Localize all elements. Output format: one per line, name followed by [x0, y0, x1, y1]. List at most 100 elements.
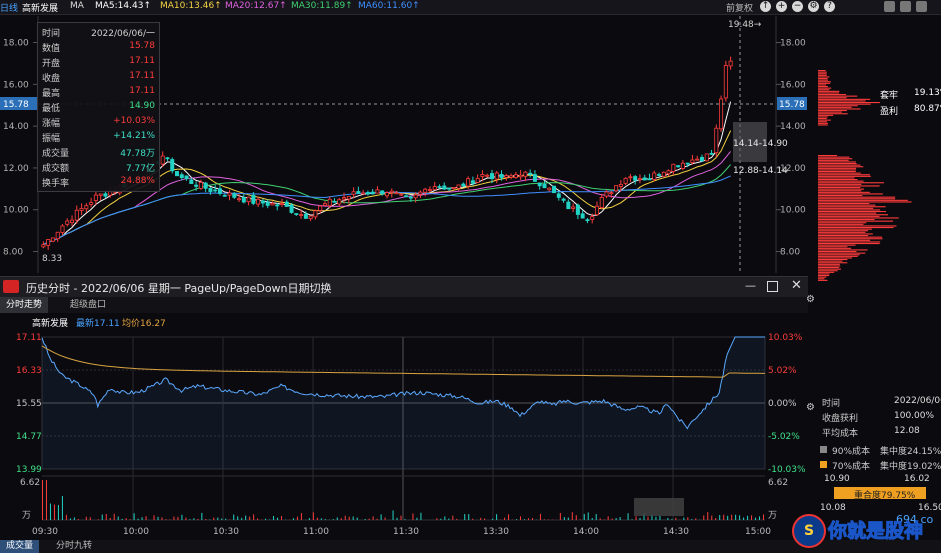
candle-body [46, 239, 51, 246]
profit-label: 盈利 [880, 107, 899, 117]
period-label[interactable]: 日线 [0, 1, 18, 14]
volume-bar [277, 517, 279, 520]
candle-body [628, 176, 633, 179]
volume-bar [755, 517, 757, 520]
volume-bar [683, 517, 685, 520]
candle-body [356, 191, 361, 194]
candle-body [709, 152, 714, 155]
adjust-dropdown[interactable]: 前复权 [726, 1, 753, 14]
ma30-value: MA30:11.89↑ [291, 1, 353, 11]
chip-bar [818, 203, 870, 205]
volume-bar [591, 517, 593, 520]
volume-bar [571, 512, 573, 520]
tab-super-orderbook[interactable]: 超级盘口 [64, 297, 112, 313]
candle-body [294, 213, 299, 215]
volume-bar [731, 514, 733, 520]
chip-bar [818, 111, 842, 113]
info-row: 数值 15.78 [42, 41, 155, 55]
kline-y-tick: 16.00 [3, 80, 29, 90]
candle-body [251, 194, 256, 204]
volume-bar [269, 519, 271, 520]
chip-settings-icon-2[interactable]: ⚙ [806, 402, 815, 413]
volume-bar [719, 515, 721, 520]
chip-bar [818, 251, 857, 253]
maximize-icon[interactable] [767, 281, 778, 292]
chip-bar [818, 211, 887, 213]
close-icon[interactable]: ✕ [791, 278, 802, 293]
candle-body [513, 174, 518, 178]
volume-bar [249, 516, 251, 520]
ma-label[interactable]: MA [70, 1, 84, 11]
candle-body [74, 209, 79, 221]
volume-bar [711, 515, 713, 520]
tab-volume[interactable]: 成交量 [0, 540, 40, 553]
candle-body [89, 202, 94, 205]
arrow-up-icon[interactable]: ↑ [760, 1, 771, 12]
minus-icon[interactable]: − [792, 1, 803, 12]
candle-body [289, 204, 294, 213]
candle-body [275, 204, 280, 207]
chip-settings-icon[interactable]: ⚙ [806, 294, 815, 305]
info-key: 成交额 [42, 164, 70, 174]
candle-body [84, 205, 89, 210]
cost-info-value: 2022/06/06 [894, 396, 941, 406]
volume-bar [747, 515, 749, 520]
candle-body [165, 157, 170, 160]
volume-bar [547, 519, 549, 520]
chip-bar [818, 71, 827, 73]
chip-bar [818, 215, 880, 217]
chip-bar [818, 171, 856, 173]
volume-bar [639, 517, 641, 520]
volume-bar [715, 518, 717, 520]
info-row: 时间 2022/06/06/一 [42, 26, 155, 40]
intraday-chart[interactable]: 17.11 10.03% 16.33 5.02% 15.55 0.00% 14.77 -5.0… [0, 328, 808, 540]
chip-bar [818, 196, 896, 198]
volume-bar [324, 519, 326, 520]
chip-bar [818, 262, 848, 264]
candle-body [423, 188, 428, 193]
volume-bar [400, 515, 402, 520]
volume-bar [73, 517, 75, 520]
chip-bar [818, 90, 840, 92]
volume-bar [233, 514, 235, 520]
kline-y-tick-right: 14.00 [780, 122, 806, 132]
chip-bar [818, 230, 869, 232]
intraday-pct-tick: 10.03% [768, 333, 803, 343]
info-row: 开盘 17.11 [42, 56, 155, 70]
intraday-time-tick: 14:00 [573, 527, 599, 537]
volume-unit-left: 万 [22, 511, 31, 521]
candle-body [241, 197, 246, 203]
minimize-icon[interactable]: — [745, 279, 756, 292]
candle-body [179, 174, 184, 178]
chip-bar [818, 182, 884, 184]
cost90-label: 90%成本 [832, 447, 871, 457]
candle-body [418, 191, 423, 195]
candle-body [308, 215, 313, 219]
volume-bar [727, 515, 729, 520]
candle-body [342, 197, 347, 200]
tab-nine-turn[interactable]: 分时九转 [50, 540, 98, 553]
chip-histogram [818, 70, 912, 281]
plus-icon[interactable]: + [776, 1, 787, 12]
tab-intraday[interactable]: 分时走势 [0, 297, 49, 313]
volume-bar [703, 515, 705, 520]
ma60-value: MA60:11.60↑ [358, 1, 420, 11]
volume-bar [607, 516, 609, 520]
candle-body [55, 231, 60, 240]
crosshair-price-left-text: 15.78 [3, 100, 29, 110]
chip-bar [818, 156, 850, 158]
volume-bar [380, 514, 382, 520]
candle-body [394, 192, 399, 195]
chip-bar [818, 78, 828, 80]
volume-bar [504, 517, 506, 520]
volume-bar [356, 517, 358, 520]
info-key: 开盘 [42, 59, 61, 69]
candle-body [466, 178, 471, 187]
chip-bar [818, 116, 828, 118]
volume-bar [332, 519, 334, 520]
volume-bar [452, 515, 454, 520]
candle-body [666, 170, 671, 175]
candle-body [642, 177, 647, 181]
chip-bar [818, 100, 866, 102]
chip-bar [818, 244, 856, 246]
